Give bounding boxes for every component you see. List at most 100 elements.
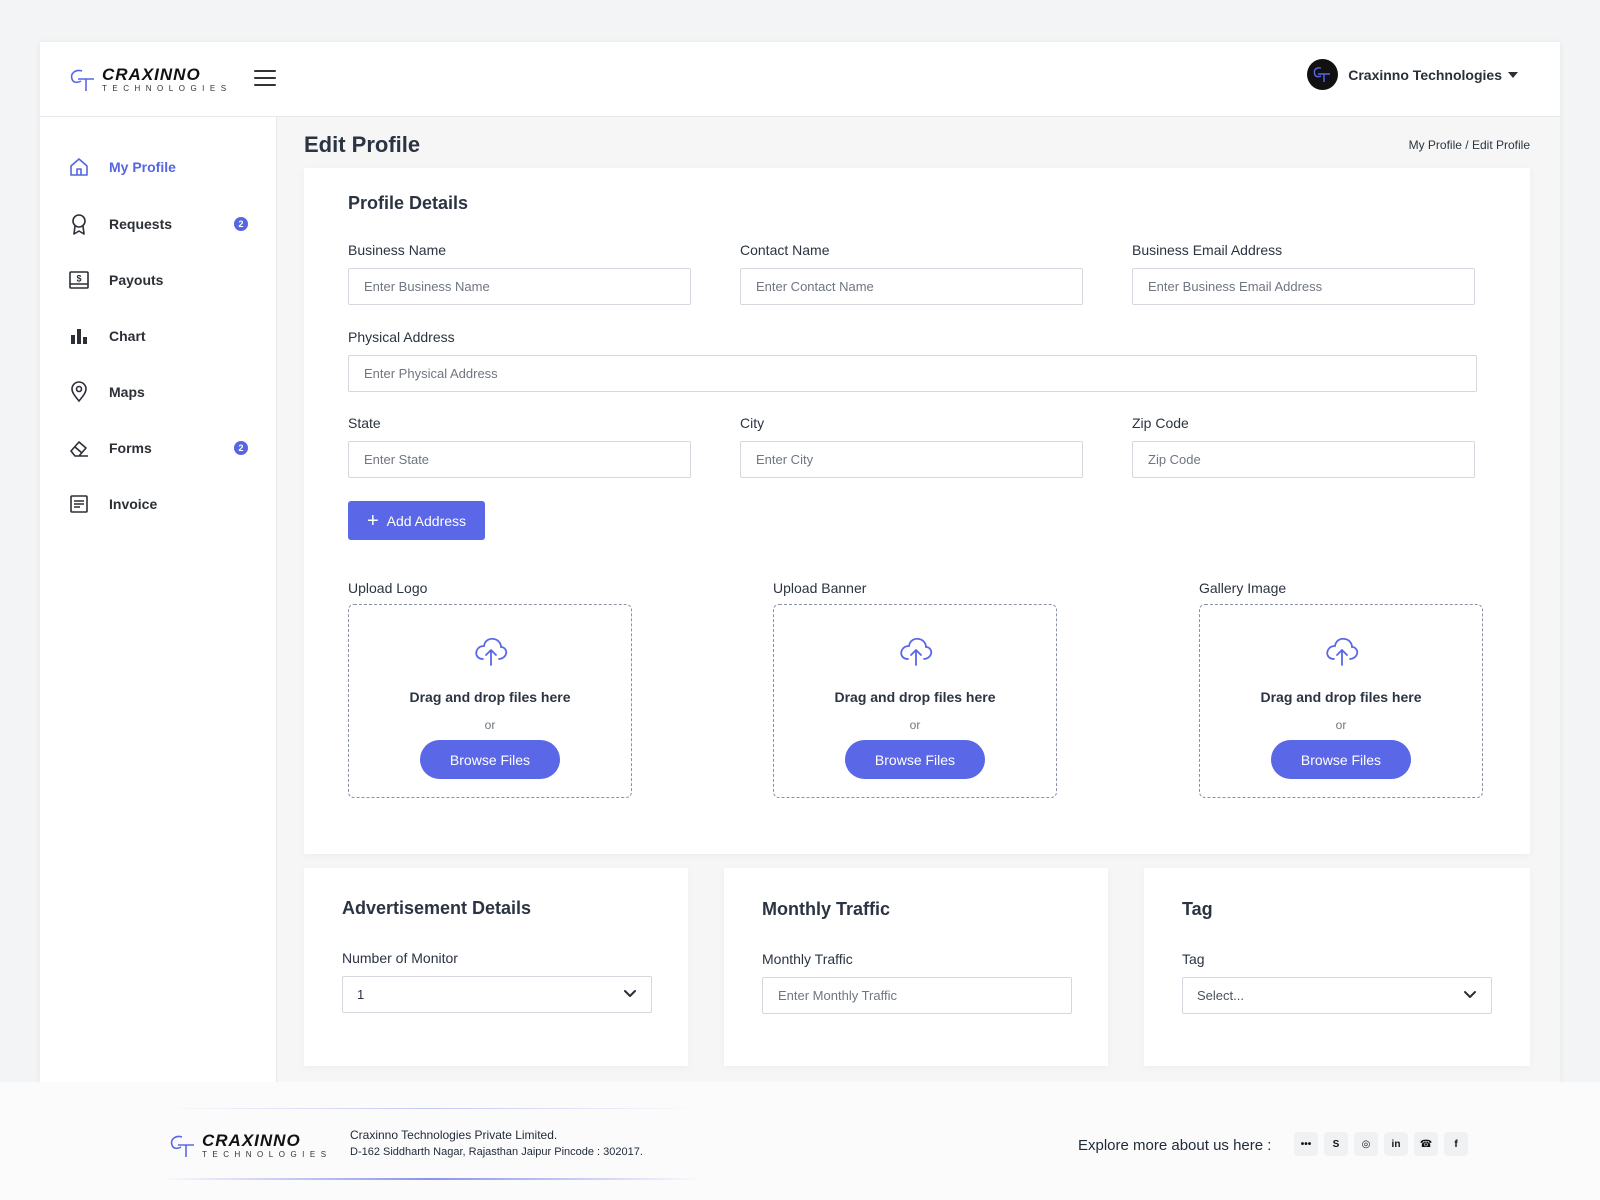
cloud-upload-icon — [1326, 637, 1359, 666]
avatar-logo-icon — [1313, 67, 1331, 82]
app-window: CRAXINNO TECHNOLOGIES Craxinno Technolog… — [40, 42, 1560, 1082]
caret-down-icon — [1508, 71, 1518, 78]
logo-word: CRAXINNO — [202, 1131, 301, 1150]
sidebar-item-label: Requests — [109, 216, 173, 232]
monthly-traffic-input[interactable] — [762, 977, 1072, 1014]
logo-sub: TECHNOLOGIES — [102, 84, 232, 93]
sidebar-item-label: Chart — [109, 328, 146, 344]
zip-code-label: Zip Code — [1132, 415, 1189, 431]
upload-banner-dropzone[interactable]: Drag and drop files here or Browse Files — [773, 604, 1057, 798]
hamburger-icon — [254, 70, 276, 72]
dots-icon[interactable]: ••• — [1294, 1132, 1318, 1156]
gallery-image-label: Gallery Image — [1199, 580, 1287, 596]
physical-address-label: Physical Address — [348, 329, 455, 345]
footer-address: D-162 Siddharth Nagar, Rajasthan Jaipur … — [350, 1146, 643, 1158]
breadcrumb-my-profile[interactable]: My Profile — [1409, 138, 1462, 152]
home-icon — [68, 156, 90, 178]
footer-logo[interactable]: CRAXINNO TECHNOLOGIES — [168, 1132, 332, 1159]
sidebar-item-payouts[interactable]: $ Payouts — [68, 266, 248, 294]
card-title: Tag — [1182, 899, 1213, 919]
notification-badge: 2 — [234, 441, 248, 455]
eraser-icon — [68, 437, 90, 459]
sidebar-item-maps[interactable]: Maps — [68, 378, 248, 406]
business-name-input[interactable] — [348, 268, 691, 305]
award-icon — [68, 213, 90, 235]
svg-text:$: $ — [76, 274, 81, 284]
menu-toggle-button[interactable] — [254, 70, 276, 88]
upload-or: or — [909, 718, 921, 732]
logo-word: CRAXINNO — [102, 65, 201, 84]
business-email-input[interactable] — [1132, 268, 1475, 305]
page-title: Edit Profile — [304, 132, 421, 157]
sidebar-item-requests[interactable]: Requests 2 — [68, 210, 248, 238]
browse-files-button[interactable]: Browse Files — [420, 740, 560, 779]
map-pin-icon — [68, 381, 90, 403]
number-of-monitor-label: Number of Monitor — [342, 950, 458, 966]
monthly-traffic-label: Monthly Traffic — [762, 951, 853, 967]
facebook-icon[interactable]: f — [1444, 1132, 1468, 1156]
logo-mark-icon — [70, 69, 94, 91]
business-name-label: Business Name — [348, 242, 447, 258]
sidebar-item-label: Payouts — [109, 272, 164, 288]
contact-name-label: Contact Name — [740, 242, 830, 258]
dollar-icon: $ — [68, 269, 90, 291]
footer-divider — [160, 1108, 700, 1109]
logo-mark-icon — [170, 1135, 194, 1157]
footer-company-name: Craxinno Technologies Private Limited. — [350, 1128, 558, 1142]
card-title: Profile Details — [348, 193, 469, 213]
card-title: Monthly Traffic — [762, 899, 891, 919]
state-input[interactable] — [348, 441, 691, 478]
breadcrumb: My Profile / Edit Profile — [1409, 138, 1530, 152]
sidebar-item-chart[interactable]: Chart — [68, 322, 248, 350]
sidebar-item-forms[interactable]: Forms 2 — [68, 434, 248, 462]
explore-text: Explore more about us here : — [1078, 1137, 1272, 1154]
linkedin-icon[interactable]: in — [1384, 1132, 1408, 1156]
sidebar-item-label: My Profile — [109, 159, 176, 175]
physical-address-input[interactable] — [348, 355, 1477, 392]
user-name: Craxinno Technologies — [1348, 66, 1502, 83]
upload-instruction: Drag and drop files here — [834, 689, 996, 705]
cloud-upload-icon — [900, 637, 933, 666]
add-address-button[interactable]: + Add Address — [348, 501, 485, 540]
whatsapp-icon[interactable]: ☎ — [1414, 1132, 1438, 1156]
upload-or: or — [1335, 718, 1347, 732]
skype-icon[interactable]: S — [1324, 1132, 1348, 1156]
sidebar-item-label: Maps — [109, 384, 145, 400]
contact-name-input[interactable] — [740, 268, 1083, 305]
zip-code-input[interactable] — [1132, 441, 1475, 478]
browse-files-button[interactable]: Browse Files — [1271, 740, 1411, 779]
city-label: City — [740, 415, 765, 431]
chevron-down-icon — [624, 990, 636, 997]
state-label: State — [348, 415, 381, 431]
instagram-icon[interactable]: ◎ — [1354, 1132, 1378, 1156]
advertisement-details-card: Advertisement Details Number of Monitor … — [304, 868, 688, 1066]
upload-banner-label: Upload Banner — [773, 580, 867, 596]
cloud-upload-icon — [475, 637, 508, 666]
user-menu[interactable]: Craxinno Technologies — [1307, 59, 1518, 90]
upload-or: or — [484, 718, 496, 732]
tag-card: Tag Tag Select... — [1144, 868, 1530, 1066]
city-input[interactable] — [740, 441, 1083, 478]
select-value: 1 — [357, 987, 365, 1002]
footer-accent-line — [160, 1178, 700, 1180]
add-address-label: Add Address — [386, 512, 467, 529]
breadcrumb-separator: / — [1465, 138, 1469, 152]
browse-files-button[interactable]: Browse Files — [845, 740, 985, 779]
gallery-image-dropzone[interactable]: Drag and drop files here or Browse Files — [1199, 604, 1483, 798]
sidebar-item-label: Invoice — [109, 496, 158, 512]
number-of-monitor-select[interactable]: 1 — [342, 976, 652, 1013]
sidebar: My Profile Requests 2 $ Payouts Chart Ma… — [40, 117, 277, 1082]
logo-sub: TECHNOLOGIES — [202, 1150, 332, 1159]
select-placeholder: Select... — [1197, 988, 1244, 1003]
upload-logo-dropzone[interactable]: Drag and drop files here or Browse Files — [348, 604, 632, 798]
monthly-traffic-card: Monthly Traffic Monthly Traffic — [724, 868, 1108, 1066]
top-bar: CRAXINNO TECHNOLOGIES Craxinno Technolog… — [40, 42, 1560, 117]
tag-select[interactable]: Select... — [1182, 977, 1492, 1014]
invoice-icon — [68, 493, 90, 515]
sidebar-item-my-profile[interactable]: My Profile — [68, 153, 248, 181]
upload-instruction: Drag and drop files here — [1260, 689, 1422, 705]
sidebar-item-invoice[interactable]: Invoice — [68, 490, 248, 518]
profile-details-card: Profile Details Business Name Contact Na… — [304, 168, 1530, 854]
brand-logo[interactable]: CRAXINNO TECHNOLOGIES — [68, 66, 232, 93]
sidebar-item-label: Forms — [109, 440, 152, 456]
